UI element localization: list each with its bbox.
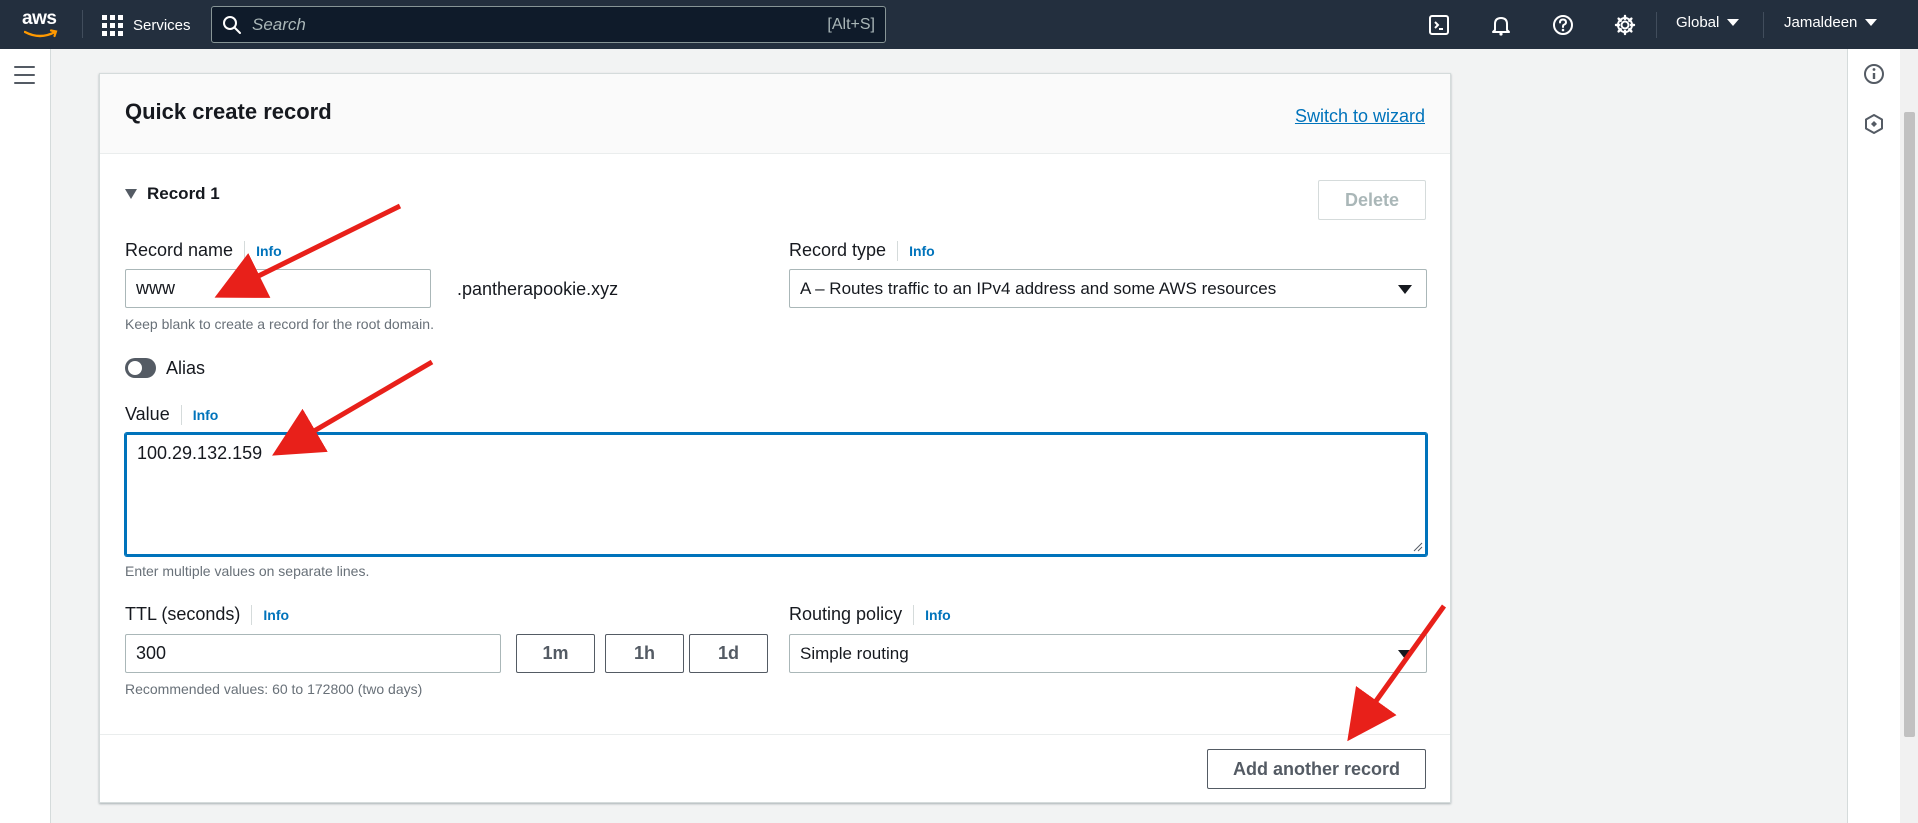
value-help: Enter multiple values on separate lines. bbox=[125, 563, 370, 579]
help-icon[interactable] bbox=[1550, 12, 1576, 38]
record-type-info-link[interactable]: Info bbox=[897, 240, 935, 261]
record-name-value: www bbox=[136, 278, 175, 298]
add-another-record-button[interactable]: Add another record bbox=[1207, 749, 1426, 789]
services-label: Services bbox=[133, 16, 191, 34]
menu-hamburger-icon[interactable] bbox=[14, 66, 35, 84]
routing-policy-value: Simple routing bbox=[800, 643, 909, 663]
left-navigation-rail bbox=[0, 49, 51, 823]
scrollbar-thumb[interactable] bbox=[1904, 112, 1915, 737]
top-navigation: aws Services Search [Alt+S] Global Jamal… bbox=[0, 0, 1918, 49]
caret-down-icon bbox=[1398, 285, 1412, 294]
panel-divider bbox=[100, 734, 1450, 735]
record-name-label: Record name Info bbox=[125, 240, 282, 261]
ttl-label: TTL (seconds) Info bbox=[125, 604, 289, 625]
ttl-value: 300 bbox=[136, 643, 167, 663]
triangle-down-icon bbox=[125, 189, 137, 199]
ttl-input[interactable]: 300 bbox=[125, 634, 501, 673]
record-section-toggle[interactable]: Record 1 bbox=[125, 184, 220, 204]
right-tools-rail bbox=[1847, 49, 1900, 823]
page-scrollbar[interactable] bbox=[1900, 49, 1918, 823]
notifications-bell-icon[interactable] bbox=[1488, 12, 1514, 38]
aws-smile-icon bbox=[24, 29, 58, 38]
caret-down-icon bbox=[1727, 19, 1740, 26]
aws-logo-text: aws bbox=[22, 8, 57, 29]
value-info-link[interactable]: Info bbox=[180, 404, 218, 425]
caret-down-icon bbox=[1865, 19, 1878, 26]
quick-create-panel: Quick create record Switch to wizard Rec… bbox=[99, 73, 1451, 803]
routing-policy-info-link[interactable]: Info bbox=[913, 604, 951, 625]
alias-toggle[interactable] bbox=[125, 358, 156, 378]
routing-policy-select[interactable]: Simple routing bbox=[789, 634, 1427, 673]
record-type-select[interactable]: A – Routes traffic to an IPv4 address an… bbox=[789, 269, 1427, 308]
search-icon bbox=[223, 15, 241, 34]
cloudshell-icon[interactable] bbox=[1426, 12, 1452, 38]
record-section-label: Record 1 bbox=[147, 184, 220, 203]
routing-policy-label-text: Routing policy bbox=[789, 604, 903, 624]
ttl-info-link[interactable]: Info bbox=[251, 604, 289, 625]
record-name-input[interactable]: www bbox=[125, 269, 431, 308]
record-type-label-text: Record type bbox=[789, 240, 887, 260]
value-label-text: Value bbox=[125, 404, 170, 424]
record-name-label-text: Record name bbox=[125, 240, 234, 260]
nav-separator bbox=[1656, 12, 1657, 38]
settings-gear-icon[interactable] bbox=[1612, 12, 1638, 38]
resize-handle-icon[interactable] bbox=[1413, 542, 1423, 552]
search-input[interactable]: Search [Alt+S] bbox=[211, 6, 886, 43]
nav-separator bbox=[1763, 12, 1764, 38]
record-type-label: Record type Info bbox=[789, 240, 935, 261]
value-textarea[interactable]: 100.29.132.159 bbox=[125, 433, 1427, 556]
value-label: Value Info bbox=[125, 404, 218, 425]
value-text: 100.29.132.159 bbox=[137, 443, 263, 463]
panel-title: Quick create record bbox=[125, 99, 332, 124]
region-selector[interactable]: Global bbox=[1676, 14, 1740, 31]
ttl-1m-button[interactable]: 1m bbox=[516, 634, 595, 673]
hexagon-tools-icon[interactable] bbox=[1863, 113, 1885, 135]
toggle-knob bbox=[128, 361, 142, 375]
alias-label: Alias bbox=[166, 358, 206, 378]
caret-down-icon bbox=[1398, 650, 1412, 659]
record-type-value: A – Routes traffic to an IPv4 address an… bbox=[800, 278, 1277, 298]
ttl-help: Recommended values: 60 to 172800 (two da… bbox=[125, 681, 423, 697]
services-menu[interactable]: Services bbox=[102, 12, 191, 38]
account-menu[interactable]: Jamaldeen bbox=[1784, 14, 1878, 31]
nav-separator bbox=[82, 10, 83, 38]
routing-policy-label: Routing policy Info bbox=[789, 604, 951, 625]
delete-button[interactable]: Delete bbox=[1318, 180, 1426, 220]
aws-logo[interactable]: aws bbox=[22, 9, 62, 39]
switch-to-wizard-link[interactable]: Switch to wizard bbox=[1295, 106, 1425, 127]
ttl-1h-button[interactable]: 1h bbox=[605, 634, 684, 673]
search-placeholder: Search bbox=[252, 14, 306, 34]
record-name-info-link[interactable]: Info bbox=[244, 240, 282, 261]
region-label: Global bbox=[1676, 14, 1720, 31]
grid-icon bbox=[102, 14, 123, 36]
panel-header: Quick create record Switch to wizard bbox=[100, 74, 1450, 154]
search-shortcut: [Alt+S] bbox=[827, 15, 875, 33]
info-panel-icon[interactable] bbox=[1863, 63, 1885, 85]
record-name-help: Keep blank to create a record for the ro… bbox=[125, 316, 434, 332]
ttl-1d-button[interactable]: 1d bbox=[689, 634, 768, 673]
domain-suffix: .pantherapookie.xyz bbox=[457, 279, 619, 299]
ttl-label-text: TTL (seconds) bbox=[125, 604, 241, 624]
account-label: Jamaldeen bbox=[1784, 14, 1858, 31]
